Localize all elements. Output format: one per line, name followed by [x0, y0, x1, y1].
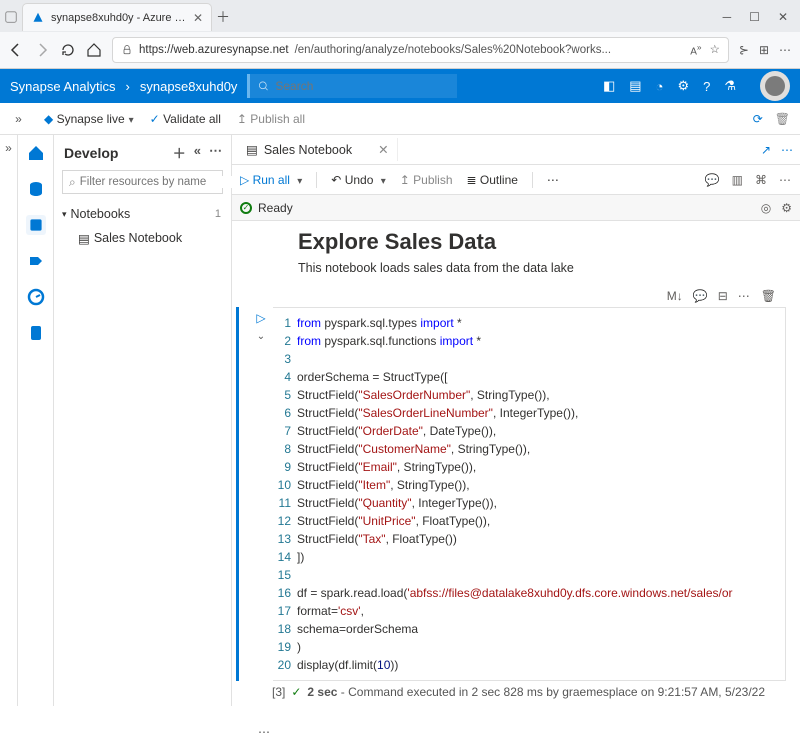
left-rail: [18, 135, 54, 706]
develop-expand-icon[interactable]: «: [194, 143, 201, 162]
url-path: /en/authoring/analyze/notebooks/Sales%20…: [295, 44, 611, 56]
cell-collapse-icon[interactable]: ⌄: [257, 331, 265, 342]
collapse-rail-icon[interactable]: »: [10, 112, 28, 126]
personal-tab-icon: [4, 10, 18, 24]
cell-more-icon[interactable]: ⋯: [738, 289, 751, 303]
markdown-toggle[interactable]: M↓: [667, 289, 683, 303]
notebook-title: Explore Sales Data: [298, 229, 796, 255]
collections-icon[interactable]: ⊞: [759, 43, 769, 57]
address-bar[interactable]: https://web.azuresynapse.net/en/authorin…: [112, 37, 729, 63]
rail-monitor-icon[interactable]: [26, 287, 46, 307]
notebook-tab[interactable]: ▤ Sales Notebook ✕: [238, 138, 398, 161]
close-notebook-tab-icon[interactable]: ✕: [378, 142, 388, 157]
browser-chrome: synapse8xuhd0y - Azure Synapse ✕ ＋ ─ ☐ ✕…: [0, 0, 800, 69]
reader-icon[interactable]: A»: [690, 42, 701, 57]
terminal-icon[interactable]: ⌘: [755, 173, 767, 187]
browser-menu-icon[interactable]: ⋯: [779, 43, 792, 57]
undo-button[interactable]: ↶ Undo ▾: [331, 173, 385, 187]
outline-button[interactable]: ≣ Outline: [467, 173, 518, 187]
publish-all[interactable]: ↥ Publish all: [237, 112, 305, 126]
status-settings-icon[interactable]: ⚙: [781, 201, 792, 215]
notebook-tab-icon: ▤: [246, 142, 258, 157]
feedback-icon[interactable]: ◧: [603, 78, 615, 94]
settings-icon[interactable]: ⚙: [677, 78, 689, 94]
notebook-toolbar-more-icon[interactable]: ⋯: [547, 173, 560, 187]
browser-tab[interactable]: synapse8xuhd0y - Azure Synapse ✕: [22, 3, 212, 31]
favorite-icon[interactable]: ☆: [710, 42, 720, 57]
home-icon[interactable]: [86, 42, 102, 58]
status-ok-icon: ✓: [240, 202, 252, 214]
rail-manage-icon[interactable]: [26, 323, 46, 343]
rail-data-icon[interactable]: [26, 179, 46, 199]
comments-icon[interactable]: 💬: [705, 173, 720, 187]
rail-home-icon[interactable]: [26, 143, 46, 163]
workspace-toolbar: » ◆ Synapse live▾ ✓ Validate all ↥ Publi…: [0, 103, 800, 135]
azure-favicon-icon: [31, 11, 45, 25]
filter-icon: ⌕: [69, 175, 76, 190]
develop-more-icon[interactable]: ⋯: [209, 143, 223, 162]
search-icon: [258, 80, 269, 92]
product-name[interactable]: Synapse Analytics: [10, 79, 116, 94]
tree-item-sales-notebook[interactable]: ▤ Sales Notebook: [60, 226, 225, 250]
back-icon[interactable]: [8, 42, 24, 58]
cell-delete-icon[interactable]: 🗑: [761, 289, 776, 303]
tab-title: synapse8xuhd0y - Azure Synapse: [51, 12, 187, 24]
forward-icon[interactable]: [34, 42, 50, 58]
synapse-header: Synapse Analytics › synapse8xuhd0y ◧ ▤ ◔…: [0, 69, 800, 103]
develop-title: Develop: [64, 145, 118, 161]
close-tab-icon[interactable]: ✕: [193, 11, 203, 25]
filter-input[interactable]: [80, 176, 234, 188]
cell-output-icon[interactable]: ⊟: [718, 289, 728, 303]
target-icon[interactable]: ◎: [761, 201, 771, 215]
status-text: Ready: [258, 201, 293, 215]
rail-develop-icon[interactable]: [26, 215, 46, 235]
notebook-tab-more-icon[interactable]: ⋯: [781, 143, 794, 157]
rail-integrate-icon[interactable]: [26, 251, 46, 271]
global-search[interactable]: [247, 74, 457, 98]
url-host: https://web.azuresynapse.net: [139, 44, 289, 56]
search-input[interactable]: [275, 79, 449, 93]
notebook-icon: ▤: [78, 231, 90, 246]
crumb-sep: ›: [126, 79, 130, 94]
develop-pane: Develop ＋ « ⋯ ⌕ ▾ Notebooks 1 ▤ Sales No…: [54, 135, 232, 706]
delete-icon[interactable]: 🗑: [775, 112, 790, 126]
favorites-bar-icon[interactable]: ⊱: [739, 43, 749, 57]
validate-all[interactable]: ✓ Validate all: [150, 112, 221, 126]
workspace-name[interactable]: synapse8xuhd0y: [140, 79, 238, 94]
window-minimize-icon[interactable]: ─: [723, 10, 732, 24]
avatar[interactable]: [760, 71, 790, 101]
refresh-workspace-icon[interactable]: ⟳: [753, 112, 763, 126]
window-maximize-icon[interactable]: ☐: [749, 10, 760, 24]
code-editor[interactable]: 1234567891011121314151617181920 from pys…: [273, 308, 785, 680]
cell-comments-icon[interactable]: 💬: [693, 289, 708, 303]
filter-resources[interactable]: ⌕: [62, 170, 223, 194]
run-all-button[interactable]: ▷ Run all ▾: [240, 173, 302, 187]
publish-button[interactable]: ↥ Publish: [400, 173, 453, 187]
notebook-status-bar: ✓ Ready ◎ ⚙: [232, 195, 800, 221]
new-tab-icon[interactable]: ＋: [216, 10, 230, 24]
expand-pane-icon[interactable]: ↗: [761, 143, 771, 157]
tree-notebooks[interactable]: ▾ Notebooks 1: [60, 202, 225, 226]
code-cell[interactable]: ▷ ⌄ 1234567891011121314151617181920 from…: [236, 307, 786, 681]
help-icon[interactable]: ?: [703, 79, 710, 94]
notebook-pane: ▤ Sales Notebook ✕ ↗ ⋯ ▷ Run all ▾ ↶ Und…: [232, 135, 800, 706]
notebook-right-more-icon[interactable]: ⋯: [779, 173, 792, 187]
exec-count: [3]: [272, 685, 285, 699]
develop-add-icon[interactable]: ＋: [173, 143, 186, 162]
notebook-subtitle: This notebook loads sales data from the …: [298, 261, 796, 275]
variables-icon[interactable]: ▥: [732, 173, 743, 187]
expand-rail-button[interactable]: »: [0, 135, 18, 706]
window-close-icon[interactable]: ✕: [778, 10, 788, 24]
run-cell-icon[interactable]: ▷: [256, 311, 265, 325]
flask-icon[interactable]: ⚗: [724, 78, 736, 94]
synapse-live[interactable]: ◆ Synapse live▾: [44, 112, 134, 126]
cell-actions: M↓ 💬 ⊟ ⋯ 🗑: [236, 289, 796, 303]
apps-icon[interactable]: ▤: [629, 78, 641, 94]
refresh-icon[interactable]: [60, 42, 76, 58]
notifications-icon[interactable]: ◔: [656, 79, 664, 94]
lock-icon: [121, 44, 133, 56]
chevron-down-icon: ▾: [62, 209, 67, 220]
